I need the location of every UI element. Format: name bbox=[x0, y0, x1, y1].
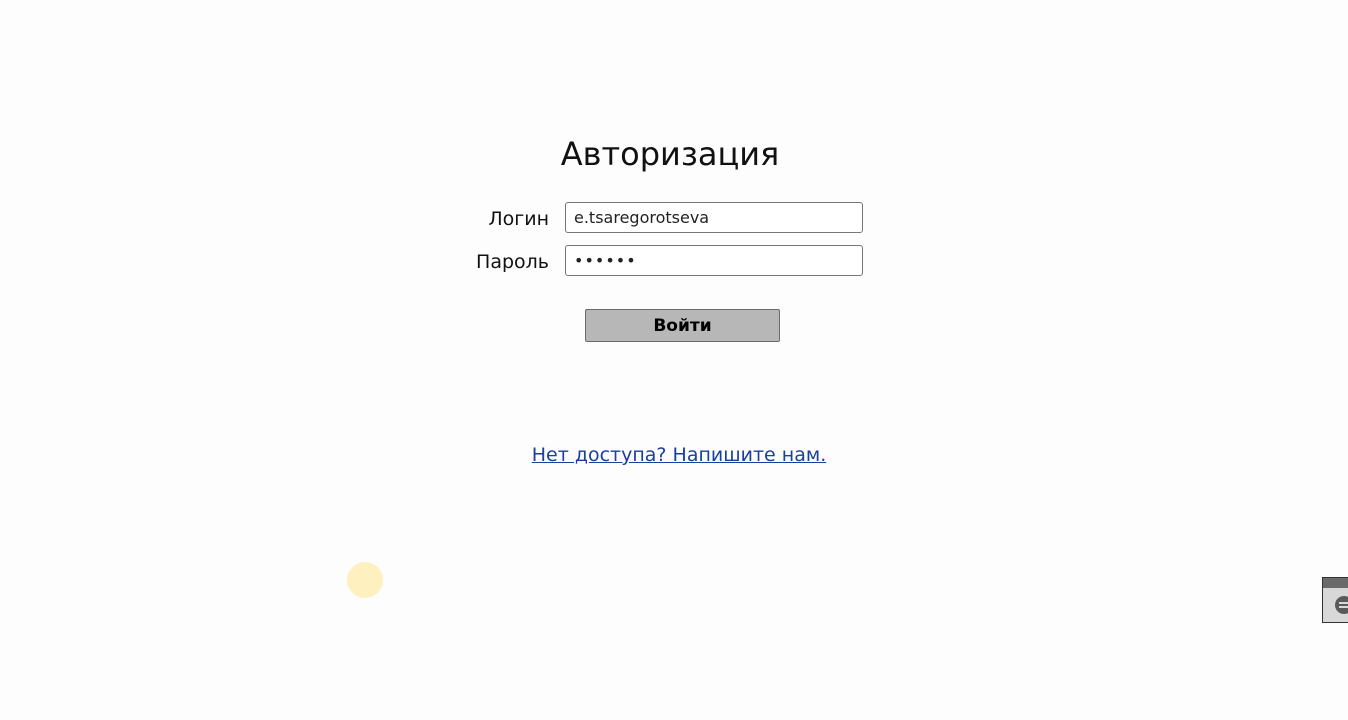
login-row: Логин bbox=[0, 202, 1348, 236]
password-label: Пароль bbox=[476, 251, 549, 273]
password-input[interactable] bbox=[565, 245, 863, 276]
chat-icon bbox=[1335, 596, 1348, 614]
password-row: Пароль bbox=[0, 245, 1348, 279]
login-label: Логин bbox=[488, 208, 549, 230]
login-button[interactable]: Войти bbox=[585, 309, 780, 342]
chat-widget-bar bbox=[1323, 578, 1348, 588]
chat-widget-tab[interactable] bbox=[1322, 577, 1348, 623]
help-link-container: Нет доступа? Напишите нам. bbox=[0, 441, 1348, 469]
page-title: Авторизация bbox=[560, 135, 780, 173]
login-page: Авторизация Логин Пароль Войти Нет досту… bbox=[0, 0, 1348, 720]
no-access-link[interactable]: Нет доступа? Напишите нам. bbox=[532, 444, 826, 466]
login-input[interactable] bbox=[565, 202, 863, 233]
cursor-highlight bbox=[347, 562, 383, 598]
